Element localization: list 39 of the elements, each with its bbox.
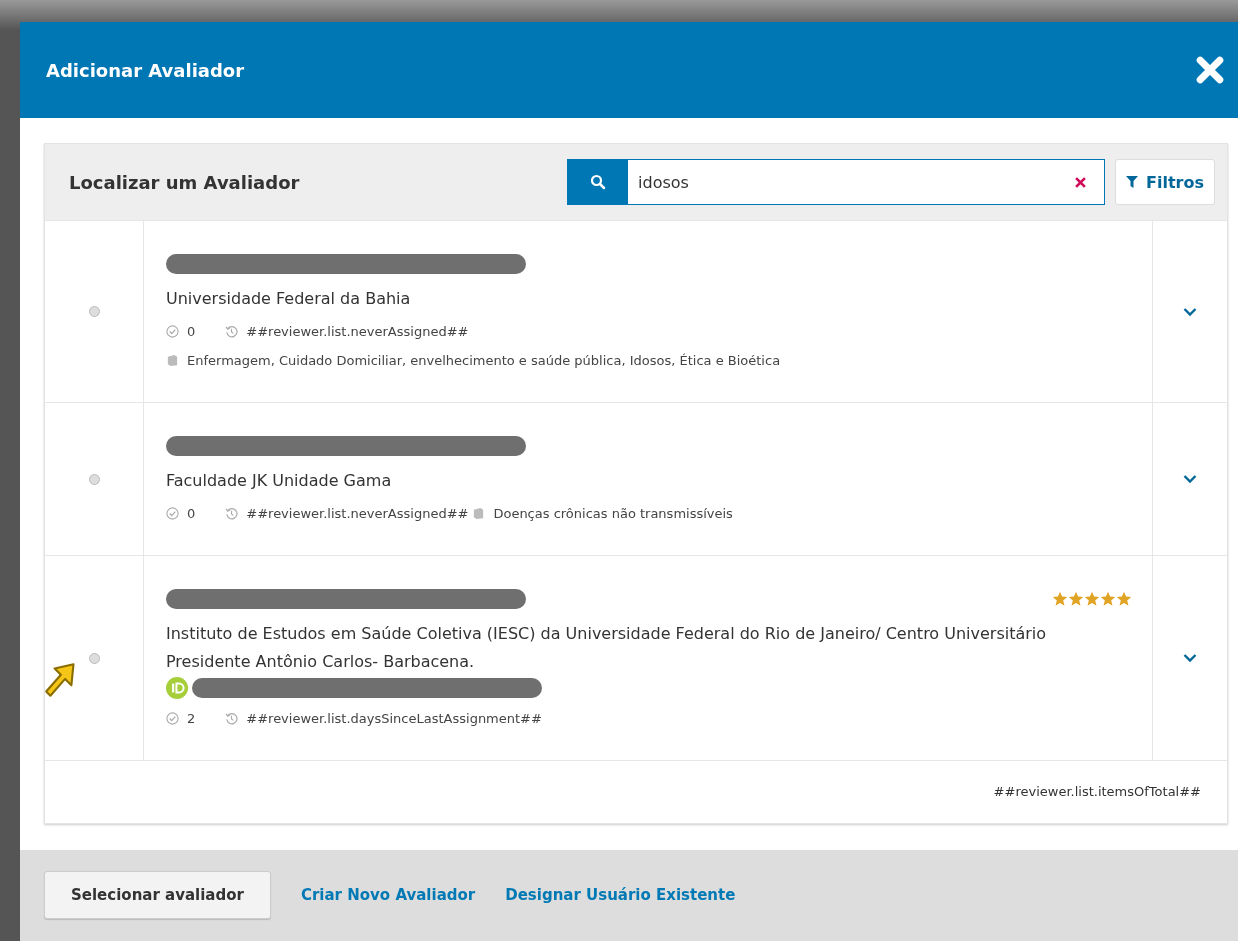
search-icon: [590, 174, 607, 190]
last-assignment-text: ##reviewer.list.neverAssigned##: [246, 324, 469, 340]
search-input[interactable]: idosos: [628, 172, 1076, 192]
chevron-icon[interactable]: [1183, 474, 1197, 485]
chevron-icon[interactable]: [1183, 653, 1197, 664]
last-assignment-text: ##reviewer.list.neverAssigned##: [246, 506, 469, 522]
clear-icon[interactable]: [1075, 176, 1087, 188]
modal-title: Adicionar Avaliador: [46, 59, 245, 81]
history-icon: [225, 711, 239, 725]
radio-button[interactable]: [88, 306, 100, 318]
funnel-icon: [1126, 176, 1139, 188]
interests-text: Enfermagem, Cuidado Domiciliar, envelhecimento e saúde pública, Idosos, Ética e Bioética: [187, 353, 781, 369]
book-icon: [166, 354, 179, 368]
history-icon: [225, 325, 239, 339]
completed-count: 2: [187, 710, 196, 726]
affiliation-text: Instituto de Estudos em Saúde Coletiva (IESC) da Universidade Federal do Rio de Janeiro/ Centro Universitário Presidente Antônio Carlos- Barbacena.: [166, 624, 1047, 671]
footer-link[interactable]: Designar Usuário Existente: [505, 886, 736, 905]
affiliation-text: Universidade Federal da Bahia: [166, 289, 411, 308]
interests-text: Doenças crônicas não transmissíveis: [493, 506, 733, 522]
check-circle-icon: [166, 711, 179, 725]
book-icon: [472, 507, 486, 521]
check-circle-icon: [166, 325, 179, 339]
affiliation-text: Faculdade JK Unidade Gama: [166, 471, 392, 491]
completed-count: 0: [187, 324, 196, 340]
last-assignment-text: ##reviewer.list.daysSinceLastAssignment##: [246, 710, 542, 726]
check-circle-icon: [166, 507, 179, 521]
panel-title: Localizar um Avaliador: [69, 171, 301, 193]
items-count-text: ##reviewer.list.itemsOfTotal##: [993, 784, 1201, 800]
chevron-icon[interactable]: [1183, 306, 1197, 317]
search-button[interactable]: [568, 160, 629, 204]
search-field[interactable]: idosos: [567, 159, 1106, 205]
select-reviewer-button[interactable]: Selecionar avaliador: [44, 871, 271, 920]
filter-button[interactable]: Filtros: [1115, 159, 1215, 205]
radio-button[interactable]: [88, 652, 100, 664]
radio-button[interactable]: [88, 473, 100, 485]
footer-link[interactable]: Criar Novo Avaliador: [300, 886, 476, 905]
close-icon[interactable]: [1196, 56, 1224, 84]
completed-count: 0: [187, 506, 196, 522]
history-icon: [225, 507, 239, 521]
